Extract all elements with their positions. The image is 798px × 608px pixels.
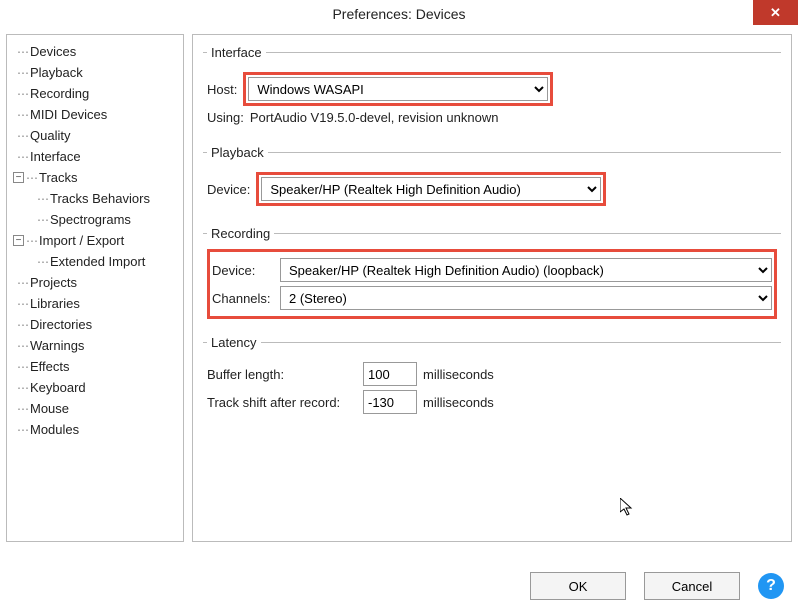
tree-item-warnings[interactable]: ⋯Warnings <box>11 335 179 356</box>
dialog-footer: OK Cancel ? <box>530 572 784 600</box>
tree-label: Interface <box>30 149 81 164</box>
help-icon: ? <box>766 577 776 595</box>
interface-group: Interface Host: Windows WASAPI Using: Po… <box>203 45 781 135</box>
tree-dots-icon: ⋯ <box>17 150 28 164</box>
tree-label: Recording <box>30 86 89 101</box>
recording-channels-select[interactable]: 2 (Stereo) <box>280 286 772 310</box>
tree-label: Keyboard <box>30 380 86 395</box>
buffer-length-input[interactable] <box>363 362 417 386</box>
tree-label: Import / Export <box>39 233 124 248</box>
tree-dots-icon: ⋯ <box>17 87 28 101</box>
interface-legend: Interface <box>207 45 266 60</box>
tree-item-directories[interactable]: ⋯Directories <box>11 314 179 335</box>
tree-dots-icon: ⋯ <box>17 423 28 437</box>
ok-button[interactable]: OK <box>530 572 626 600</box>
tree-label: Tracks <box>39 170 78 185</box>
tree-label: Extended Import <box>50 254 145 269</box>
latency-group: Latency Buffer length: milliseconds Trac… <box>203 335 781 424</box>
tree-dots-icon: ⋯ <box>26 171 37 185</box>
playback-device-select[interactable]: Speaker/HP (Realtek High Definition Audi… <box>261 177 601 201</box>
tree-dots-icon: ⋯ <box>17 108 28 122</box>
tree-label: Mouse <box>30 401 69 416</box>
playback-group: Playback Device: Speaker/HP (Realtek Hig… <box>203 145 781 216</box>
host-highlight: Windows WASAPI <box>243 72 553 106</box>
tree-dots-icon: ⋯ <box>17 129 28 143</box>
tree-item-devices[interactable]: ⋯Devices <box>11 41 179 62</box>
close-button[interactable]: ✕ <box>753 0 798 25</box>
tree-item-midi-devices[interactable]: ⋯MIDI Devices <box>11 104 179 125</box>
tree-label: Devices <box>30 44 76 59</box>
recording-device-label: Device: <box>212 263 274 278</box>
tree-label: MIDI Devices <box>30 107 107 122</box>
tree-dots-icon: ⋯ <box>17 339 28 353</box>
tree-label: Warnings <box>30 338 84 353</box>
playback-device-label: Device: <box>207 182 250 197</box>
recording-device-select[interactable]: Speaker/HP (Realtek High Definition Audi… <box>280 258 772 282</box>
track-shift-label: Track shift after record: <box>207 395 357 410</box>
tree-dots-icon: ⋯ <box>17 276 28 290</box>
tree-dots-icon: ⋯ <box>17 318 28 332</box>
tree-dots-icon: ⋯ <box>17 297 28 311</box>
playback-legend: Playback <box>207 145 268 160</box>
shift-unit: milliseconds <box>423 395 494 410</box>
latency-legend: Latency <box>207 335 261 350</box>
recording-highlight: Device: Speaker/HP (Realtek High Definit… <box>207 249 777 319</box>
settings-panel: Interface Host: Windows WASAPI Using: Po… <box>192 34 792 542</box>
tree-item-extended-import[interactable]: ⋯Extended Import <box>11 251 179 272</box>
tree-label: Effects <box>30 359 70 374</box>
tree-label: Tracks Behaviors <box>50 191 150 206</box>
tree-item-spectrograms[interactable]: ⋯Spectrograms <box>11 209 179 230</box>
tree-label: Spectrograms <box>50 212 131 227</box>
tree-label: Libraries <box>30 296 80 311</box>
tree-dots-icon: ⋯ <box>17 381 28 395</box>
tree-dots-icon: ⋯ <box>17 66 28 80</box>
recording-group: Recording Device: Speaker/HP (Realtek Hi… <box>203 226 781 325</box>
using-value: PortAudio V19.5.0-devel, revision unknow… <box>250 110 499 125</box>
tree-item-effects[interactable]: ⋯Effects <box>11 356 179 377</box>
tree-dots-icon: ⋯ <box>37 192 48 206</box>
tree-item-libraries[interactable]: ⋯Libraries <box>11 293 179 314</box>
tree-item-mouse[interactable]: ⋯Mouse <box>11 398 179 419</box>
recording-legend: Recording <box>207 226 274 241</box>
tree-item-tracks-behaviors[interactable]: ⋯Tracks Behaviors <box>11 188 179 209</box>
tree-dots-icon: ⋯ <box>26 234 37 248</box>
tree-item-quality[interactable]: ⋯Quality <box>11 125 179 146</box>
playback-device-highlight: Speaker/HP (Realtek High Definition Audi… <box>256 172 606 206</box>
tree-item-tracks[interactable]: −⋯Tracks <box>11 167 179 188</box>
titlebar: Preferences: Devices ✕ <box>0 0 798 28</box>
tree-dots-icon: ⋯ <box>17 360 28 374</box>
tree-label: Directories <box>30 317 92 332</box>
tree-dots-icon: ⋯ <box>17 402 28 416</box>
help-button[interactable]: ? <box>758 573 784 599</box>
close-icon: ✕ <box>770 5 781 21</box>
cancel-button[interactable]: Cancel <box>644 572 740 600</box>
collapse-icon[interactable]: − <box>13 235 24 246</box>
recording-channels-label: Channels: <box>212 291 274 306</box>
tree-item-modules[interactable]: ⋯Modules <box>11 419 179 440</box>
tree-item-recording[interactable]: ⋯Recording <box>11 83 179 104</box>
tree-dots-icon: ⋯ <box>17 45 28 59</box>
tree-item-playback[interactable]: ⋯Playback <box>11 62 179 83</box>
buffer-length-label: Buffer length: <box>207 367 357 382</box>
tree-item-keyboard[interactable]: ⋯Keyboard <box>11 377 179 398</box>
host-label: Host: <box>207 82 237 97</box>
tree-item-import-export[interactable]: −⋯Import / Export <box>11 230 179 251</box>
tree-label: Quality <box>30 128 70 143</box>
tree-dots-icon: ⋯ <box>37 213 48 227</box>
tree-item-projects[interactable]: ⋯Projects <box>11 272 179 293</box>
collapse-icon[interactable]: − <box>13 172 24 183</box>
tree-dots-icon: ⋯ <box>37 255 48 269</box>
using-label: Using: <box>207 110 244 125</box>
tree-label: Projects <box>30 275 77 290</box>
tree-label: Playback <box>30 65 83 80</box>
window-title: Preferences: Devices <box>332 6 465 22</box>
buffer-unit: milliseconds <box>423 367 494 382</box>
track-shift-input[interactable] <box>363 390 417 414</box>
category-tree: ⋯Devices ⋯Playback ⋯Recording ⋯MIDI Devi… <box>6 34 184 542</box>
host-select[interactable]: Windows WASAPI <box>248 77 548 101</box>
tree-item-interface[interactable]: ⋯Interface <box>11 146 179 167</box>
tree-label: Modules <box>30 422 79 437</box>
